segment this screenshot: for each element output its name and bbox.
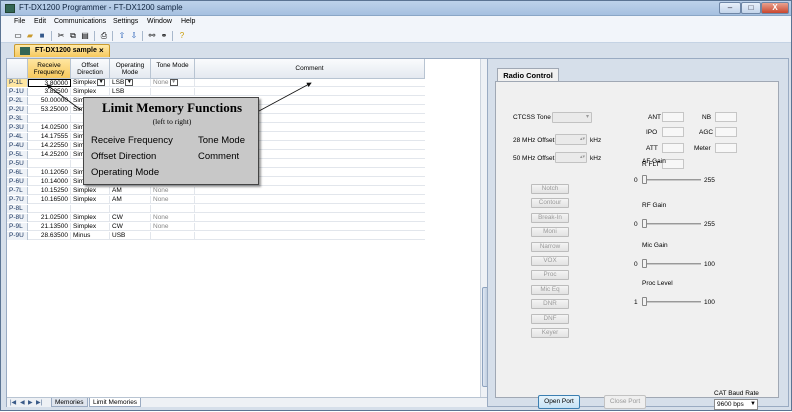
function-button-dnr[interactable]: DNR [531, 299, 569, 310]
close-port-button[interactable]: Close Port [604, 395, 646, 409]
slider-thumb[interactable] [642, 219, 647, 228]
att-label: ATT [646, 145, 658, 152]
att-indicator [662, 143, 684, 153]
slider-min: 0 [634, 177, 638, 184]
radio-control-panel: CTCSS Tone ▾ 28 MHz Offset ▴▾ kHz 50 MHz… [495, 81, 779, 410]
ant-indicator [662, 112, 684, 122]
offset28-label: 28 MHz Offset [513, 137, 555, 144]
chevron-down-icon: ▼ [750, 401, 756, 407]
cat-baud-dropdown[interactable]: 9600 bps ▼ [714, 399, 758, 410]
function-button-dnf[interactable]: DNF [531, 313, 569, 324]
app-window: FT-DX1200 Programmer - FT-DX1200 sample … [0, 0, 792, 411]
slider-track[interactable] [643, 179, 701, 181]
slider-track[interactable] [643, 301, 701, 303]
function-button-mic-eq[interactable]: Mic Eq [531, 284, 569, 295]
ipo-indicator [662, 127, 684, 137]
ant-label: ANT [648, 114, 661, 121]
function-button-moni[interactable]: Moni [531, 227, 569, 238]
slider-label: Proc Level [642, 280, 673, 287]
function-button-narrow[interactable]: Narrow [531, 241, 569, 252]
khz-label: kHz [590, 155, 602, 162]
function-button-keyer[interactable]: Keyer [531, 328, 569, 338]
slider-label: Mic Gain [642, 242, 668, 249]
meter-indicator [715, 143, 737, 153]
slider-track[interactable] [643, 223, 701, 225]
function-button-proc[interactable]: Proc [531, 270, 569, 281]
offset50-label: 50 MHz Offset [513, 155, 555, 162]
slider-max: 100 [704, 261, 715, 268]
nb-label: NB [702, 114, 712, 121]
ctcss-dropdown[interactable]: ▾ [552, 112, 592, 123]
slider-track[interactable] [643, 263, 701, 265]
slider-max: 255 [704, 221, 715, 228]
function-button-notch[interactable]: Notch [531, 184, 569, 194]
nb-indicator [715, 112, 737, 122]
offset28-spinner[interactable]: ▴▾ [555, 134, 587, 145]
slider-label: AF Gain [642, 158, 666, 165]
cat-baud-label: CAT Baud Rate [714, 390, 759, 397]
ctcss-label: CTCSS Tone [513, 114, 551, 121]
ipo-label: IPO [646, 129, 658, 136]
khz-label: kHz [590, 137, 602, 144]
function-button-vox[interactable]: VOX [531, 256, 569, 266]
agc-indicator [715, 127, 737, 137]
slider-thumb[interactable] [642, 175, 647, 184]
slider-max: 255 [704, 177, 715, 184]
offset50-spinner[interactable]: ▴▾ [555, 152, 587, 163]
open-port-button[interactable]: Open Port [538, 395, 580, 409]
agc-label: AGC [699, 129, 714, 136]
function-button-contour[interactable]: Contour [531, 198, 569, 209]
meter-label: Meter [694, 145, 711, 152]
slider-thumb[interactable] [642, 259, 647, 268]
function-button-break-in[interactable]: Break-In [531, 212, 569, 223]
slider-min: 1 [634, 299, 638, 306]
slider-min: 0 [634, 221, 638, 228]
radio-control-tab[interactable]: Radio Control [497, 68, 559, 82]
arrow-to-frequency [46, 84, 82, 111]
radio-control-pane: Radio Control CTCSS Tone ▾ 28 MHz Offset… [487, 58, 789, 410]
slider-label: RF Gain [642, 202, 667, 209]
cat-baud-value: 9600 bps [717, 401, 744, 408]
slider-max: 100 [704, 299, 715, 306]
slider-min: 0 [634, 261, 638, 268]
arrow-to-comment [258, 82, 312, 112]
slider-thumb[interactable] [642, 297, 647, 306]
